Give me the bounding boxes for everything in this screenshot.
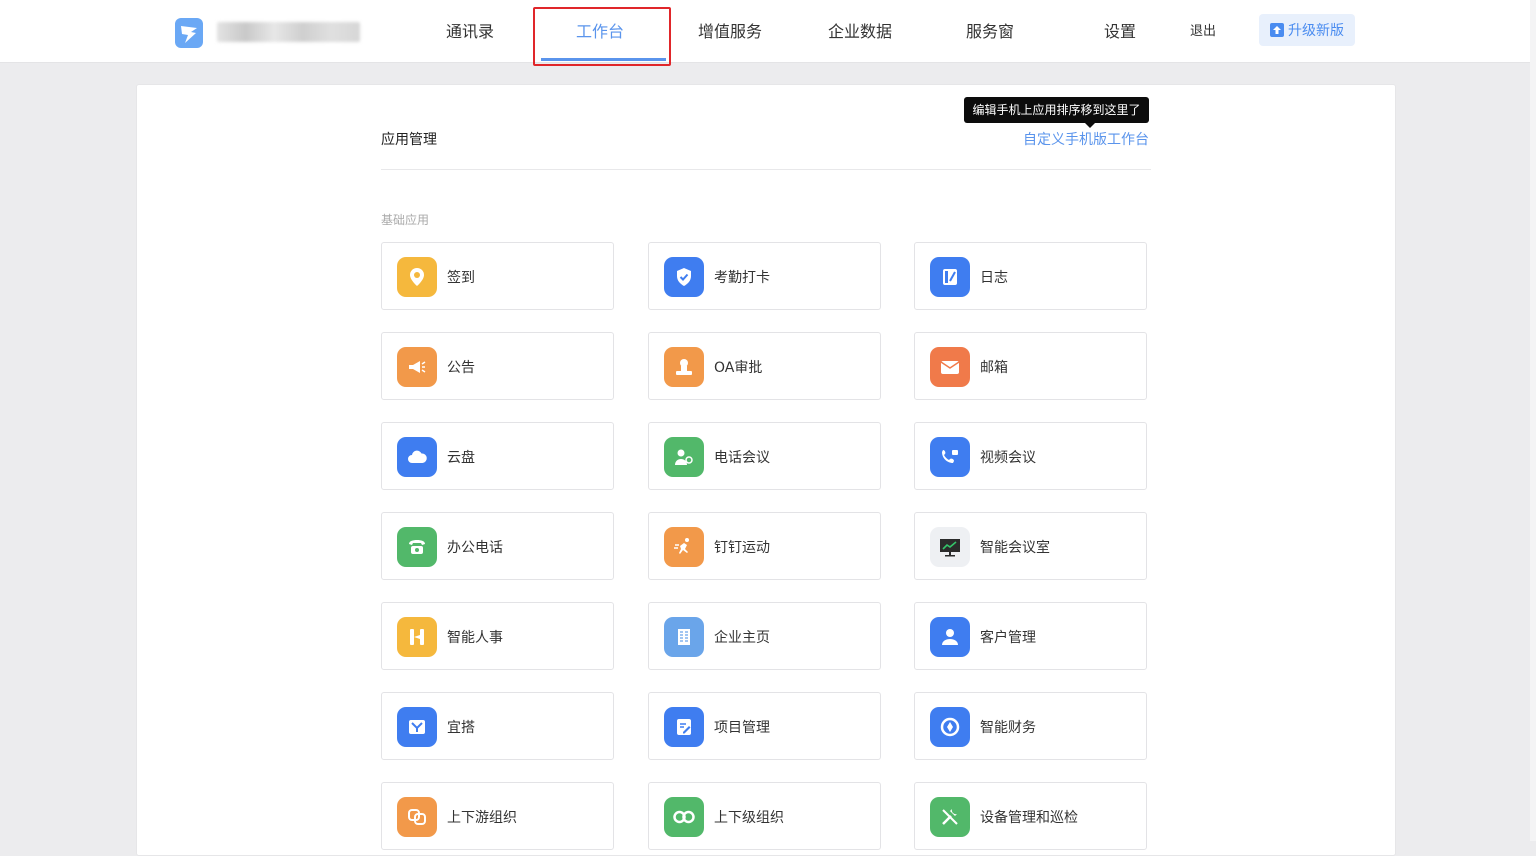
cloud-icon bbox=[397, 437, 437, 477]
link-icon bbox=[397, 797, 437, 837]
nav-service-window[interactable]: 服务窗 bbox=[950, 0, 1030, 62]
app-label: 日志 bbox=[980, 270, 1008, 286]
top-navigation-bar: 通讯录 工作台 增值服务 企业数据 服务窗 设置 退出 升级新版 bbox=[0, 0, 1530, 63]
app-card[interactable]: OA审批 bbox=[648, 332, 881, 400]
app-label: 宜搭 bbox=[447, 720, 475, 736]
yida-icon bbox=[397, 707, 437, 747]
app-label: 智能会议室 bbox=[980, 540, 1050, 556]
hr-icon bbox=[397, 617, 437, 657]
app-label: 公告 bbox=[447, 360, 475, 376]
infinity-icon bbox=[664, 797, 704, 837]
app-label: 设备管理和巡检 bbox=[980, 810, 1078, 826]
phone-conference-icon bbox=[664, 437, 704, 477]
app-label: 钉钉运动 bbox=[714, 540, 770, 556]
app-label: 云盘 bbox=[447, 450, 475, 466]
tooltip: 编辑手机上应用排序移到这里了 bbox=[964, 97, 1149, 123]
location-pin-icon bbox=[397, 257, 437, 297]
app-label: 邮箱 bbox=[980, 360, 1008, 376]
telephone-icon bbox=[397, 527, 437, 567]
stamp-icon bbox=[664, 347, 704, 387]
app-label: 智能财务 bbox=[980, 720, 1036, 736]
app-card[interactable]: 钉钉运动 bbox=[648, 512, 881, 580]
app-card[interactable]: 办公电话 bbox=[381, 512, 614, 580]
app-card[interactable]: 上下游组织 bbox=[381, 782, 614, 850]
app-card[interactable]: 设备管理和巡检 bbox=[914, 782, 1147, 850]
tools-icon bbox=[930, 797, 970, 837]
app-card[interactable]: 客户管理 bbox=[914, 602, 1147, 670]
app-label: 视频会议 bbox=[980, 450, 1036, 466]
tooltip-arrow bbox=[1085, 123, 1095, 128]
workbench-highlight-box bbox=[533, 7, 671, 66]
upload-arrow-icon bbox=[1270, 23, 1284, 37]
app-label: 签到 bbox=[447, 270, 475, 286]
category-label: 基础应用 bbox=[381, 213, 430, 227]
app-label: 上下游组织 bbox=[447, 810, 517, 826]
logout-link[interactable]: 退出 bbox=[1183, 0, 1223, 62]
upgrade-label: 升级新版 bbox=[1288, 23, 1344, 39]
app-card[interactable]: 日志 bbox=[914, 242, 1147, 310]
building-icon bbox=[664, 617, 704, 657]
app-label: 客户管理 bbox=[980, 630, 1036, 646]
video-call-icon bbox=[930, 437, 970, 477]
app-card[interactable]: 智能人事 bbox=[381, 602, 614, 670]
app-card[interactable]: 视频会议 bbox=[914, 422, 1147, 490]
journal-icon bbox=[930, 257, 970, 297]
app-card[interactable]: 考勤打卡 bbox=[648, 242, 881, 310]
app-card[interactable]: 云盘 bbox=[381, 422, 614, 490]
nav-contacts[interactable]: 通讯录 bbox=[430, 0, 510, 62]
running-icon bbox=[664, 527, 704, 567]
nav-value-added-services[interactable]: 增值服务 bbox=[690, 0, 770, 62]
app-label: OA审批 bbox=[714, 360, 763, 376]
projector-icon bbox=[930, 527, 970, 567]
organization-name-blurred bbox=[217, 22, 360, 42]
divider bbox=[381, 169, 1151, 170]
app-label: 办公电话 bbox=[447, 540, 503, 556]
shield-check-icon bbox=[664, 257, 704, 297]
megaphone-icon bbox=[397, 347, 437, 387]
app-card[interactable]: 电话会议 bbox=[648, 422, 881, 490]
nav-settings[interactable]: 设置 bbox=[1090, 0, 1150, 62]
app-card[interactable]: 智能会议室 bbox=[914, 512, 1147, 580]
customize-mobile-workbench-link[interactable]: 自定义手机版工作台 bbox=[1023, 129, 1149, 149]
task-edit-icon bbox=[664, 707, 704, 747]
app-label: 考勤打卡 bbox=[714, 270, 770, 286]
customer-icon bbox=[930, 617, 970, 657]
app-card[interactable]: 签到 bbox=[381, 242, 614, 310]
app-card[interactable]: 邮箱 bbox=[914, 332, 1147, 400]
finance-icon bbox=[930, 707, 970, 747]
app-label: 智能人事 bbox=[447, 630, 503, 646]
app-card[interactable]: 公告 bbox=[381, 332, 614, 400]
app-card[interactable]: 项目管理 bbox=[648, 692, 881, 760]
app-card[interactable]: 智能财务 bbox=[914, 692, 1147, 760]
nav-enterprise-data[interactable]: 企业数据 bbox=[820, 0, 900, 62]
dingtalk-logo-icon[interactable] bbox=[175, 17, 205, 49]
app-label: 项目管理 bbox=[714, 720, 770, 736]
app-card[interactable]: 宜搭 bbox=[381, 692, 614, 760]
app-label: 上下级组织 bbox=[714, 810, 784, 826]
scrollbar[interactable] bbox=[1530, 0, 1536, 841]
envelope-icon bbox=[930, 347, 970, 387]
app-label: 电话会议 bbox=[714, 450, 770, 466]
upgrade-button[interactable]: 升级新版 bbox=[1259, 14, 1355, 46]
app-card[interactable]: 上下级组织 bbox=[648, 782, 881, 850]
app-card[interactable]: 企业主页 bbox=[648, 602, 881, 670]
page-title: 应用管理 bbox=[381, 132, 437, 148]
app-label: 企业主页 bbox=[714, 630, 770, 646]
